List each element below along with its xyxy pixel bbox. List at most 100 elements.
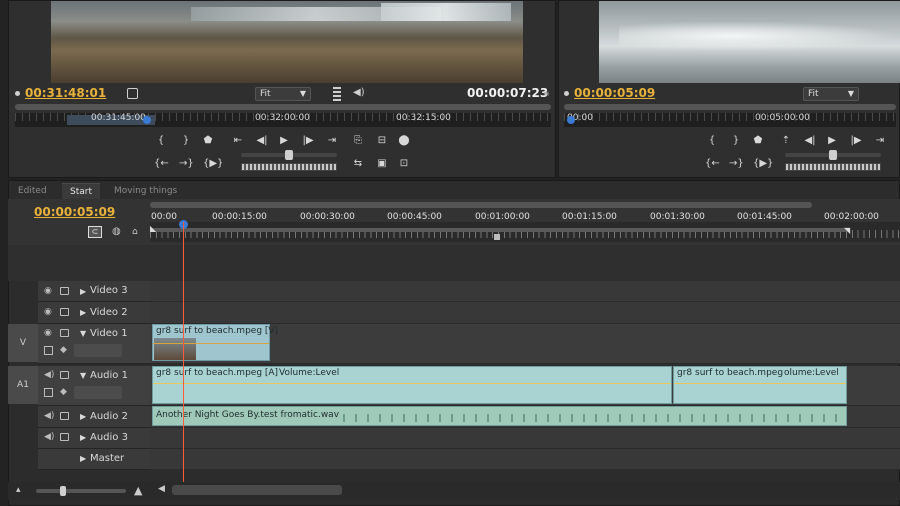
timeline-ruler[interactable]: ◥ — [150, 222, 900, 242]
timeline-horizontal-scrollbar[interactable] — [172, 485, 342, 495]
program-time-ruler[interactable] — [564, 113, 896, 127]
source-jog-wheel[interactable] — [241, 163, 337, 171]
program-playhead-marker[interactable] — [567, 116, 575, 124]
program-shuttle-slider[interactable] — [785, 150, 881, 160]
tab-moving-things[interactable]: Moving things — [106, 183, 185, 199]
safe-margin-toggle-icon[interactable]: ▣ — [375, 158, 389, 170]
step-back-icon[interactable]: ◀| — [255, 135, 269, 147]
source-shuttle-slider[interactable] — [241, 150, 337, 160]
play-in-to-out-icon[interactable]: {▶} — [753, 158, 773, 170]
keyframe-icon[interactable]: ◆ — [60, 387, 67, 397]
video-clip[interactable]: gr8 surf to beach.mpeg [V] — [152, 324, 278, 361]
audio-clip-2[interactable]: gr8 surf to beach.mpeg olume:Level — [673, 366, 847, 404]
play-icon[interactable]: ▶ — [277, 135, 291, 147]
source-fit-dropdown[interactable]: Fit ▼ — [255, 87, 311, 101]
step-back-icon[interactable]: ◀| — [803, 135, 817, 147]
go-to-previous-edit-icon[interactable]: {← — [705, 158, 720, 170]
speaker-icon[interactable]: ◀) — [44, 432, 54, 442]
play-in-to-out-icon[interactable]: {▶} — [203, 158, 223, 170]
source-current-timecode[interactable]: 00:31:48:01 — [25, 86, 106, 100]
set-marker-icon[interactable]: ⬟ — [201, 135, 215, 147]
work-area-bar[interactable] — [150, 228, 848, 232]
collapse-icon[interactable]: ▼ — [80, 329, 86, 338]
audio-clip-2-volume[interactable]: olume:Level — [784, 368, 839, 378]
source-scroll-bar[interactable] — [15, 104, 551, 110]
timeline-in-marker[interactable]: ◣ — [150, 224, 156, 233]
safe-margins-icon[interactable] — [127, 88, 138, 99]
zoom-in-icon[interactable]: ▲ — [134, 484, 142, 497]
play-icon[interactable]: ▶ — [825, 135, 839, 147]
timeline-zoom-bar[interactable] — [150, 202, 812, 208]
track-row-master[interactable] — [150, 449, 900, 470]
output-icon[interactable]: ⊡ — [397, 158, 411, 170]
marker-icon[interactable]: ◍ — [112, 226, 121, 237]
program-fit-dropdown[interactable]: Fit ▼ — [803, 87, 859, 101]
source-playhead-marker[interactable] — [143, 116, 151, 124]
extract-icon[interactable]: ⇥ — [873, 135, 887, 147]
overlay-icon[interactable]: ⊟ — [375, 135, 389, 147]
shuttle-knob[interactable] — [285, 150, 293, 160]
expand-icon[interactable]: ▶ — [80, 287, 86, 296]
timeline-current-timecode[interactable]: 00:00:05:09 — [34, 205, 115, 219]
audio-music-clip[interactable]: Another Night Goes By.test fromatic.wav — [152, 406, 847, 426]
program-jog-wheel[interactable] — [785, 163, 881, 171]
step-forward-icon[interactable]: |▶ — [849, 135, 863, 147]
work-area-end[interactable]: ◥ — [844, 226, 850, 235]
collapse-icon[interactable]: ▼ — [80, 371, 86, 380]
program-current-timecode[interactable]: 00:00:05:09 — [574, 86, 655, 100]
lock-icon[interactable] — [60, 308, 69, 316]
go-to-next-edit-icon[interactable]: →} — [729, 158, 744, 170]
display-style-icon[interactable] — [44, 346, 53, 355]
track-row-audio3[interactable] — [150, 428, 900, 449]
export-frame-icon[interactable]: ⬤ — [397, 135, 411, 147]
tab-edited[interactable]: Edited — [10, 183, 55, 199]
mark-out-icon[interactable]: } — [179, 135, 193, 147]
zoom-slider-knob[interactable] — [60, 486, 66, 496]
target-video-label[interactable]: V — [8, 324, 38, 362]
speaker-icon[interactable]: ◀) — [353, 87, 365, 98]
set-encore-marker-icon[interactable]: ⌂ — [132, 227, 138, 237]
speaker-icon[interactable]: ◀) — [44, 411, 54, 421]
eye-icon[interactable]: ◉ — [44, 328, 52, 338]
keyframe-nav[interactable] — [74, 344, 122, 357]
target-audio-label[interactable]: A1 — [8, 366, 38, 404]
loop-icon[interactable]: ⇆ — [351, 158, 365, 170]
film-strip-icon[interactable] — [333, 87, 341, 101]
insert-icon[interactable]: ⎘ — [351, 135, 365, 147]
tab-start[interactable]: Start — [62, 183, 100, 199]
lock-icon[interactable] — [60, 412, 69, 420]
audio-clip-1-volume[interactable]: Volume:Level — [279, 368, 339, 378]
speaker-icon[interactable]: ◀) — [44, 370, 54, 380]
lock-icon[interactable] — [60, 287, 69, 295]
go-to-in-icon[interactable]: ⇤ — [231, 135, 245, 147]
go-to-next-edit-icon[interactable]: →} — [179, 158, 194, 170]
shuttle-knob[interactable] — [829, 150, 837, 160]
expand-icon[interactable]: ▶ — [80, 433, 86, 442]
mark-in-icon[interactable]: { — [154, 135, 168, 147]
go-to-previous-edit-icon[interactable]: {← — [154, 158, 169, 170]
mark-out-icon[interactable]: } — [729, 135, 743, 147]
lift-icon[interactable]: ⇡ — [779, 135, 793, 147]
expand-icon[interactable]: ▶ — [80, 412, 86, 421]
snap-icon[interactable]: ⊂ — [88, 226, 102, 238]
lock-icon[interactable] — [60, 433, 69, 441]
panel-menu-icon[interactable]: ≡ — [543, 89, 550, 98]
track-row-video1[interactable]: gr8 surf to beach.mpeg [V] — [150, 324, 900, 364]
lock-icon[interactable] — [60, 329, 69, 337]
expand-icon[interactable]: ▶ — [80, 308, 86, 317]
work-area-center[interactable] — [494, 234, 500, 240]
zoom-slider[interactable] — [36, 486, 126, 496]
keyframe-icon[interactable]: ◆ — [60, 345, 67, 355]
mark-in-icon[interactable]: { — [705, 135, 719, 147]
expand-icon[interactable]: ▶ — [80, 454, 86, 463]
display-style-icon[interactable] — [44, 388, 53, 397]
audio-clip-1[interactable]: gr8 surf to beach.mpeg [A] Volume:Level — [152, 366, 672, 404]
set-marker-icon[interactable]: ⬟ — [751, 135, 765, 147]
keyframe-nav[interactable] — [74, 386, 122, 399]
step-forward-icon[interactable]: |▶ — [301, 135, 315, 147]
track-row-audio2[interactable]: Another Night Goes By.test fromatic.wav — [150, 406, 900, 428]
zoom-out-icon[interactable]: ▴ — [16, 485, 21, 495]
track-row-audio1[interactable]: gr8 surf to beach.mpeg [A] Volume:Level … — [150, 366, 900, 406]
scroll-left-icon[interactable]: ◀ — [158, 484, 165, 494]
go-to-out-icon[interactable]: ⇥ — [325, 135, 339, 147]
